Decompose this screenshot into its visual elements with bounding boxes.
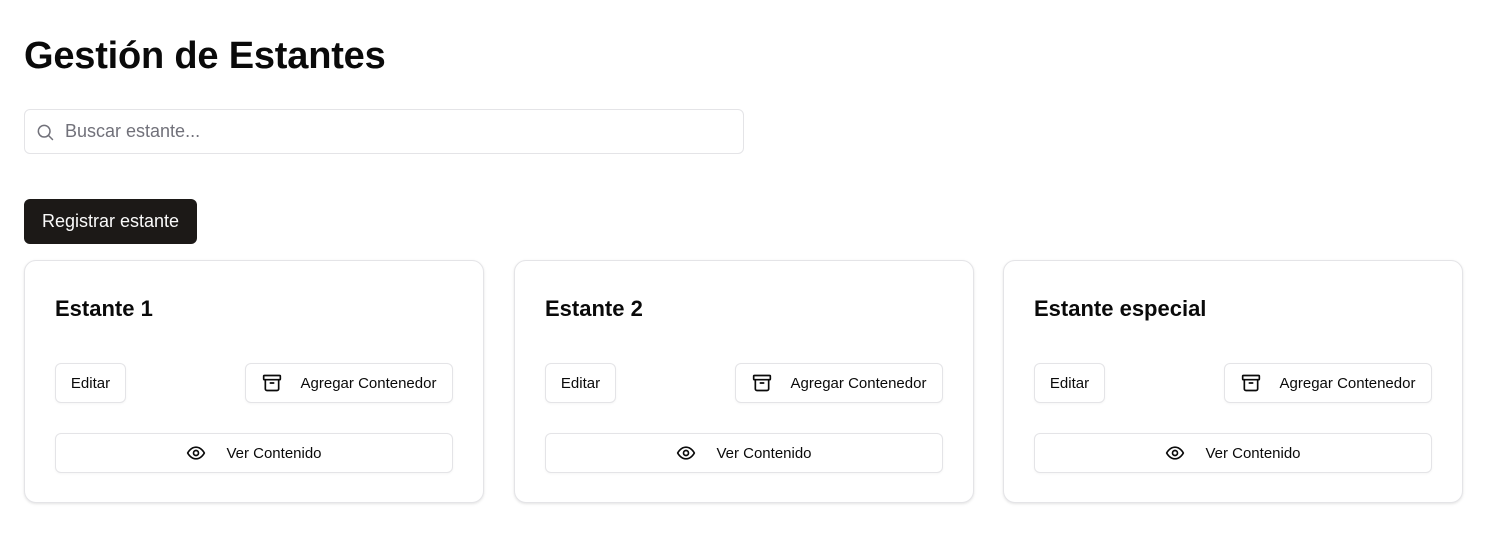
- shelf-name: Estante especial: [1034, 296, 1207, 321]
- edit-button-label: Editar: [70, 374, 111, 392]
- view-content-button[interactable]: Ver Contenido: [545, 433, 943, 473]
- edit-button-label: Editar: [560, 374, 601, 392]
- page: Gestión de Estantes Registrar estante Es…: [0, 0, 1502, 537]
- add-container-button[interactable]: Agregar Contenedor: [245, 363, 453, 403]
- eye-icon: [1165, 443, 1185, 463]
- search-icon: [35, 122, 55, 142]
- edit-button-label: Editar: [1049, 374, 1090, 392]
- view-content-button[interactable]: Ver Contenido: [1034, 433, 1432, 473]
- view-content-label: Ver Contenido: [716, 444, 812, 462]
- shelf-card: Estante especial Editar Agregar Contened…: [1003, 260, 1463, 503]
- search-input[interactable]: [65, 110, 735, 153]
- edit-button[interactable]: Editar: [55, 363, 126, 403]
- archive-icon: [1241, 373, 1261, 393]
- add-container-button[interactable]: Agregar Contenedor: [735, 363, 943, 403]
- shelf-name: Estante 1: [55, 296, 153, 321]
- add-container-label: Agregar Contenedor: [790, 374, 927, 392]
- shelf-name: Estante 2: [545, 296, 643, 321]
- view-content-button[interactable]: Ver Contenido: [55, 433, 453, 473]
- register-shelf-button[interactable]: Registrar estante: [24, 199, 197, 244]
- eye-icon: [186, 443, 206, 463]
- add-container-label: Agregar Contenedor: [300, 374, 437, 392]
- view-content-label: Ver Contenido: [226, 444, 322, 462]
- add-container-label: Agregar Contenedor: [1279, 374, 1416, 392]
- edit-button[interactable]: Editar: [545, 363, 616, 403]
- page-title: Gestión de Estantes: [24, 35, 386, 77]
- shelf-card: Estante 1 Editar Agregar Contenedor Ver …: [24, 260, 484, 503]
- shelf-card: Estante 2 Editar Agregar Contenedor Ver …: [514, 260, 974, 503]
- archive-icon: [262, 373, 282, 393]
- search-bar: [24, 109, 744, 154]
- edit-button[interactable]: Editar: [1034, 363, 1105, 403]
- view-content-label: Ver Contenido: [1205, 444, 1301, 462]
- eye-icon: [676, 443, 696, 463]
- add-container-button[interactable]: Agregar Contenedor: [1224, 363, 1432, 403]
- archive-icon: [752, 373, 772, 393]
